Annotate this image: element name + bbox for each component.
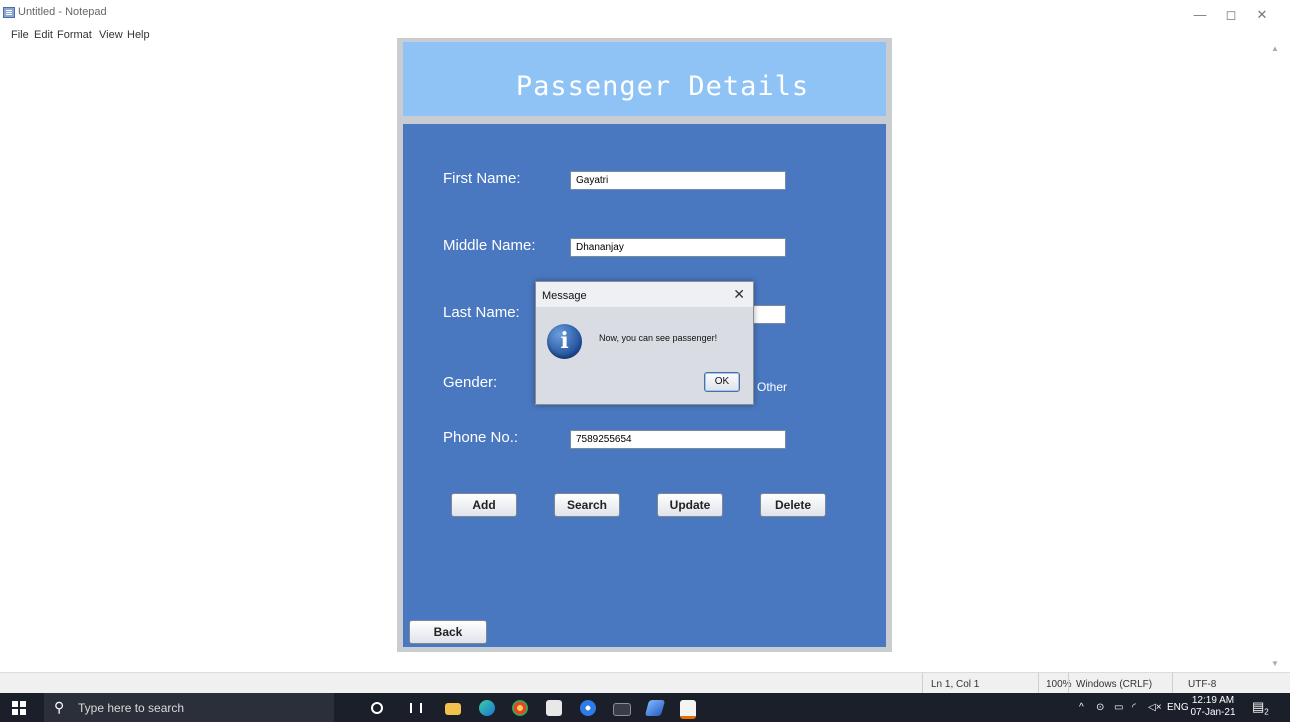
status-line-ending: Windows (CRLF) <box>1076 679 1153 690</box>
last-name-label: Last Name: <box>443 304 520 321</box>
status-encoding: UTF-8 <box>1188 679 1217 690</box>
status-position: Ln 1, Col 1 <box>931 679 980 690</box>
language-indicator[interactable]: ENG <box>1167 702 1189 713</box>
middle-name-label: Middle Name: <box>443 237 536 254</box>
java-icon[interactable] <box>680 700 696 719</box>
phone-label: Phone No.: <box>443 429 519 446</box>
page-title: Passenger Details <box>515 71 810 102</box>
clock-date: 07-Jan-21 <box>1190 707 1236 718</box>
menu-file[interactable]: File <box>11 29 29 41</box>
menu-edit[interactable]: Edit <box>34 29 53 41</box>
info-icon: i <box>547 324 582 359</box>
gender-label: Gender: <box>443 374 498 391</box>
status-divider <box>922 673 923 695</box>
window-title: Untitled - Notepad <box>18 6 107 18</box>
menu-format[interactable]: Format <box>57 29 92 41</box>
notifications-icon[interactable]: ▤2 <box>1252 699 1269 717</box>
taskbar-clock[interactable]: 12:19 AM 07-Jan-21 <box>1188 695 1238 719</box>
notepad-statusbar: Ln 1, Col 1 100% Windows (CRLF) UTF-8 <box>0 672 1290 695</box>
store-icon[interactable] <box>546 700 562 716</box>
ide-icon[interactable] <box>644 700 666 716</box>
status-divider <box>1038 673 1039 695</box>
search-placeholder: Type here to search <box>78 701 185 715</box>
ok-button[interactable]: OK <box>704 372 740 392</box>
scroll-up-icon[interactable]: ▲ <box>1269 44 1281 53</box>
search-button[interactable]: Search <box>554 493 620 517</box>
notification-count: 2 <box>1264 707 1269 717</box>
first-name-input[interactable] <box>570 171 786 190</box>
wifi-icon[interactable]: ◜ <box>1132 702 1136 713</box>
add-button[interactable]: Add <box>451 493 517 517</box>
gender-option-other[interactable]: Other <box>757 380 787 394</box>
file-explorer-icon[interactable] <box>445 703 461 715</box>
phone-input[interactable] <box>570 430 786 449</box>
app-icon[interactable] <box>580 700 596 716</box>
edge-icon[interactable] <box>479 700 495 716</box>
back-button[interactable]: Back <box>409 620 487 644</box>
delete-button[interactable]: Delete <box>760 493 826 517</box>
middle-name-input[interactable] <box>570 238 786 257</box>
status-divider <box>1172 673 1173 695</box>
message-dialog: Message ✕ i Now, you can see passenger! … <box>535 281 754 405</box>
search-icon: ⚲ <box>54 699 65 715</box>
cortana-icon[interactable] <box>371 702 383 714</box>
chrome-icon[interactable] <box>512 700 528 716</box>
close-icon[interactable]: ✕ <box>733 286 745 303</box>
vertical-scrollbar[interactable]: ▲ ▼ <box>1269 42 1281 670</box>
task-view-icon[interactable] <box>410 703 422 713</box>
scroll-down-icon[interactable]: ▼ <box>1269 659 1281 668</box>
menu-help[interactable]: Help <box>127 29 150 41</box>
minimize-button[interactable]: — <box>1185 4 1215 26</box>
dialog-message: Now, you can see passenger! <box>599 333 718 343</box>
notepad-titlebar: Untitled - Notepad — ◻ ✕ <box>0 0 1290 22</box>
update-button[interactable]: Update <box>657 493 723 517</box>
taskbar-search[interactable]: ⚲ Type here to search <box>44 693 334 722</box>
close-button[interactable]: ✕ <box>1247 4 1277 26</box>
clock-time: 12:19 AM <box>1191 695 1235 706</box>
first-name-label: First Name: <box>443 170 521 187</box>
status-divider <box>1068 673 1069 695</box>
dialog-body: i Now, you can see passenger! OK <box>536 307 753 404</box>
tray-network-icon[interactable]: ⊙ <box>1096 702 1104 713</box>
app-header: Passenger Details <box>403 42 886 116</box>
battery-icon[interactable]: ▭ <box>1114 702 1123 713</box>
taskbar: ⚲ Type here to search ^ ⊙ ▭ ◜ ◁× ENG 12:… <box>0 693 1290 722</box>
volume-icon[interactable]: ◁× <box>1148 702 1162 713</box>
windows-start-icon[interactable] <box>12 701 26 715</box>
restore-button[interactable]: ◻ <box>1216 4 1246 26</box>
dialog-title: Message <box>542 290 587 302</box>
tray-chevron-icon[interactable]: ^ <box>1079 702 1084 713</box>
notepad-icon <box>3 7 15 18</box>
menu-view[interactable]: View <box>99 29 123 41</box>
terminal-icon[interactable] <box>613 703 631 716</box>
